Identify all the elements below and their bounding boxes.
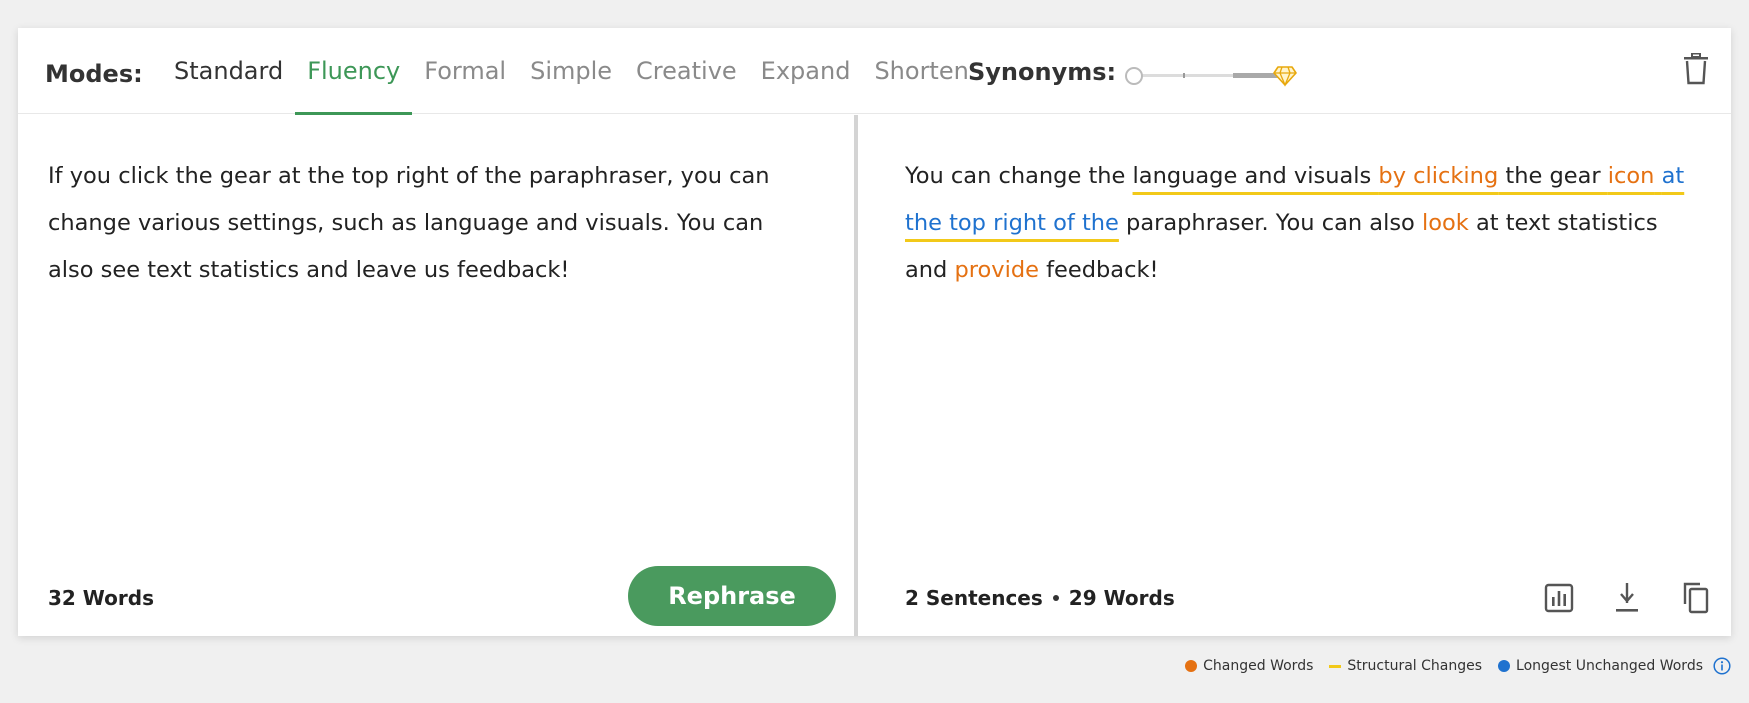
tab-standard[interactable]: Standard [162, 28, 295, 114]
tab-expand[interactable]: Expand [749, 28, 863, 114]
copy-icon[interactable] [1679, 580, 1711, 614]
mode-tabs: Standard Fluency Formal Simple Creative … [162, 28, 981, 115]
synonyms-slider[interactable] [1125, 65, 1297, 87]
slider-handle[interactable] [1125, 67, 1143, 85]
stats-separator [1052, 594, 1059, 601]
diamond-icon [1273, 66, 1297, 87]
output-pane: You can change the language and visuals … [858, 115, 1731, 636]
output-stats: 2 Sentences 29 Words [905, 586, 1175, 610]
output-segment-changed[interactable]: look [1422, 210, 1469, 236]
structural-dash-icon [1329, 664, 1342, 668]
output-word-count: 29 Words [1068, 586, 1175, 610]
synonyms-label: Synonyms: [968, 58, 1117, 86]
legend-unchanged: Longest Unchanged Words [1498, 658, 1703, 674]
input-pane: If you click the gear at the top right o… [18, 115, 854, 636]
trash-icon[interactable] [1683, 53, 1709, 85]
mode-toolbar: Modes: Standard Fluency Formal Simple Cr… [18, 28, 1731, 115]
slider-tick [1183, 73, 1185, 78]
statistics-icon[interactable] [1543, 580, 1575, 614]
legend-structural: Structural Changes [1329, 658, 1482, 674]
input-text[interactable]: If you click the gear at the top right o… [48, 153, 814, 294]
tab-fluency[interactable]: Fluency [295, 28, 413, 115]
legend-changed-label: Changed Words [1203, 658, 1314, 674]
output-segment-changed-structural[interactable]: by clicking [1378, 163, 1498, 189]
output-segment-plain: You can change the [905, 163, 1133, 189]
legend-changed: Changed Words [1185, 658, 1313, 674]
legend-unchanged-label: Longest Unchanged Words [1516, 658, 1703, 674]
info-icon[interactable] [1713, 657, 1731, 675]
paraphraser-card: Modes: Standard Fluency Formal Simple Cr… [18, 28, 1731, 636]
changed-dot-icon [1185, 660, 1198, 672]
output-segment-structural [1654, 163, 1661, 189]
output-segment-changed-structural[interactable]: icon [1608, 163, 1655, 189]
sentence-count: 2 Sentences [905, 586, 1043, 610]
input-word-count: 32 Words [48, 586, 154, 610]
output-segment-changed[interactable]: provide [954, 257, 1039, 283]
tab-formal[interactable]: Formal [412, 28, 518, 114]
modes-label: Modes: [45, 60, 143, 88]
output-segment-plain: paraphraser. You can also [1118, 210, 1422, 236]
tab-creative[interactable]: Creative [624, 28, 749, 114]
output-text[interactable]: You can change the language and visuals … [905, 153, 1703, 294]
output-actions [1543, 580, 1711, 614]
tab-shorten[interactable]: Shorten [862, 28, 980, 114]
legend-structural-label: Structural Changes [1347, 658, 1483, 674]
tab-simple[interactable]: Simple [518, 28, 624, 114]
unchanged-dot-icon [1498, 660, 1511, 672]
output-segment-structural: language and visuals [1132, 163, 1379, 189]
output-segment-plain: feedback! [1038, 257, 1159, 283]
highlight-legend: Changed Words Structural Changes Longest… [1185, 657, 1731, 675]
download-icon[interactable] [1611, 580, 1643, 614]
output-segment-structural: the gear [1498, 163, 1608, 189]
rephrase-button[interactable]: Rephrase [628, 566, 836, 626]
